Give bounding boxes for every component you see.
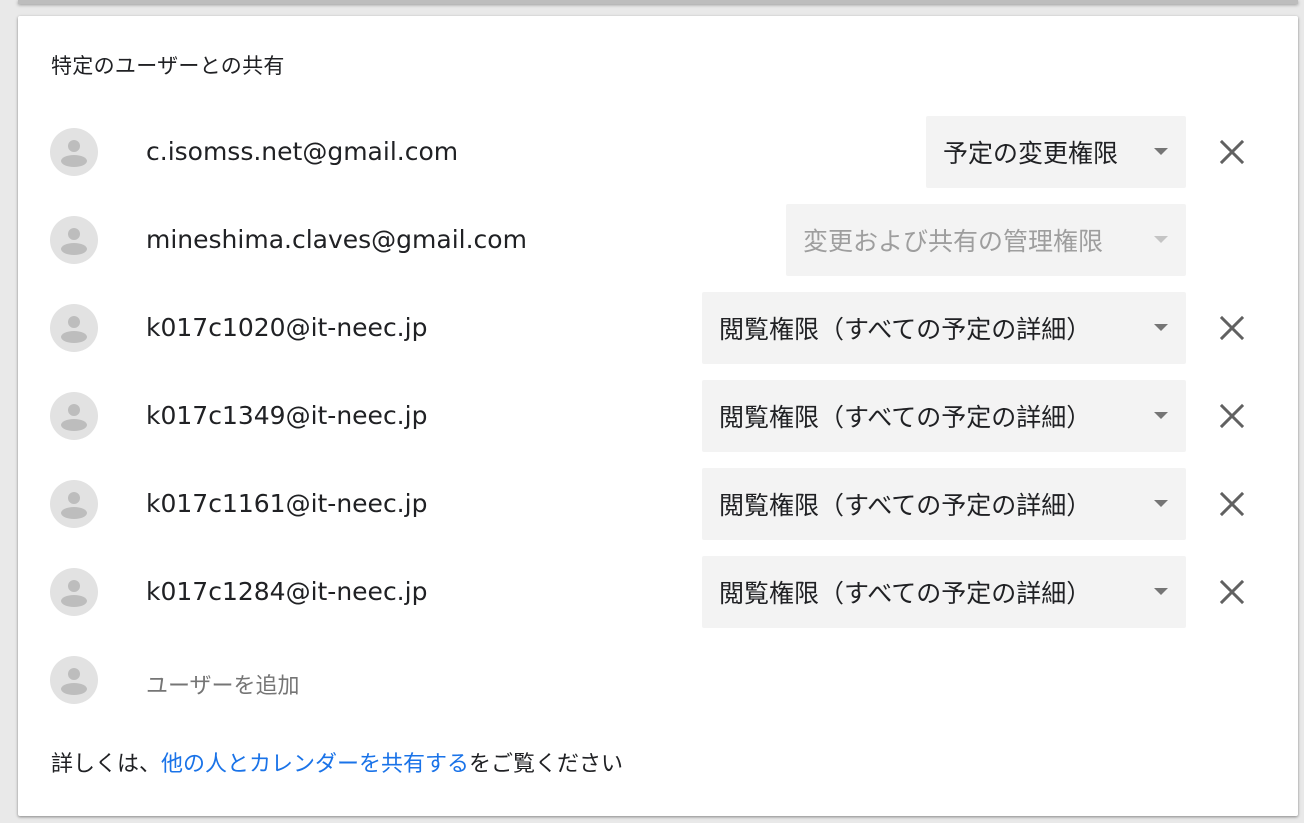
remove-user-button[interactable] xyxy=(1210,394,1254,438)
help-text-suffix: をご覧ください xyxy=(469,752,624,777)
close-icon xyxy=(1219,579,1245,605)
close-icon xyxy=(1219,403,1245,429)
user-row: c.isomss.net@gmail.com 予定の変更権限 xyxy=(18,116,1298,188)
section-title: 特定のユーザーとの共有 xyxy=(51,54,285,78)
permission-label: 閲覧権限（すべての予定の詳細） xyxy=(719,403,1092,432)
arrow-drop-down-icon xyxy=(1154,500,1168,507)
user-row: k017c1020@it-neec.jp 閲覧権限（すべての予定の詳細） xyxy=(18,292,1298,364)
close-icon xyxy=(1219,491,1245,517)
user-email: k017c1284@it-neec.jp xyxy=(146,577,428,606)
user-row: mineshima.claves@gmail.com 変更および共有の管理権限 xyxy=(18,204,1298,276)
remove-user-button[interactable] xyxy=(1210,570,1254,614)
user-email: k017c1349@it-neec.jp xyxy=(146,401,428,430)
arrow-drop-down-icon xyxy=(1154,324,1168,331)
person-avatar-icon xyxy=(50,128,98,176)
add-user-input[interactable]: ユーザーを追加 xyxy=(146,668,300,700)
permission-dropdown[interactable]: 閲覧権限（すべての予定の詳細） xyxy=(702,292,1186,364)
close-icon xyxy=(1219,139,1245,165)
arrow-drop-down-icon xyxy=(1154,236,1168,243)
share-calendar-help-link[interactable]: 他の人とカレンダーを共有する xyxy=(161,752,469,777)
permission-label: 変更および共有の管理権限 xyxy=(803,227,1104,256)
arrow-drop-down-icon xyxy=(1154,148,1168,155)
permission-dropdown[interactable]: 閲覧権限（すべての予定の詳細） xyxy=(702,380,1186,452)
permission-dropdown[interactable]: 予定の変更権限 xyxy=(926,116,1186,188)
user-email: k017c1020@it-neec.jp xyxy=(146,313,428,342)
share-with-specific-people-card: 特定のユーザーとの共有 c.isomss.net@gmail.com 予定の変更… xyxy=(18,16,1298,816)
arrow-drop-down-icon xyxy=(1154,412,1168,419)
person-avatar-icon xyxy=(50,656,98,704)
add-user-row[interactable]: ユーザーを追加 xyxy=(18,644,1298,716)
user-email: mineshima.claves@gmail.com xyxy=(146,225,527,254)
remove-user-button[interactable] xyxy=(1210,306,1254,350)
remove-user-button[interactable] xyxy=(1210,130,1254,174)
person-avatar-icon xyxy=(50,480,98,528)
person-avatar-icon xyxy=(50,216,98,264)
person-avatar-icon xyxy=(50,392,98,440)
close-icon xyxy=(1219,315,1245,341)
person-avatar-icon xyxy=(50,304,98,352)
permission-dropdown: 変更および共有の管理権限 xyxy=(786,204,1186,276)
user-row: k017c1284@it-neec.jp 閲覧権限（すべての予定の詳細） xyxy=(18,556,1298,628)
user-email: c.isomss.net@gmail.com xyxy=(146,137,459,166)
permission-label: 閲覧権限（すべての予定の詳細） xyxy=(719,315,1092,344)
permission-label: 閲覧権限（すべての予定の詳細） xyxy=(719,491,1092,520)
permission-label: 閲覧権限（すべての予定の詳細） xyxy=(719,579,1092,608)
permission-dropdown[interactable]: 閲覧権限（すべての予定の詳細） xyxy=(702,468,1186,540)
permission-label: 予定の変更権限 xyxy=(943,139,1119,168)
remove-user-button[interactable] xyxy=(1210,482,1254,526)
user-row: k017c1161@it-neec.jp 閲覧権限（すべての予定の詳細） xyxy=(18,468,1298,540)
previous-card-edge xyxy=(18,0,1298,4)
person-avatar-icon xyxy=(50,568,98,616)
help-text: 詳しくは、他の人とカレンダーを共有するをご覧ください xyxy=(51,746,623,778)
permission-dropdown[interactable]: 閲覧権限（すべての予定の詳細） xyxy=(702,556,1186,628)
help-text-prefix: 詳しくは、 xyxy=(51,752,162,777)
user-row: k017c1349@it-neec.jp 閲覧権限（すべての予定の詳細） xyxy=(18,380,1298,452)
arrow-drop-down-icon xyxy=(1154,588,1168,595)
user-email: k017c1161@it-neec.jp xyxy=(146,489,428,518)
